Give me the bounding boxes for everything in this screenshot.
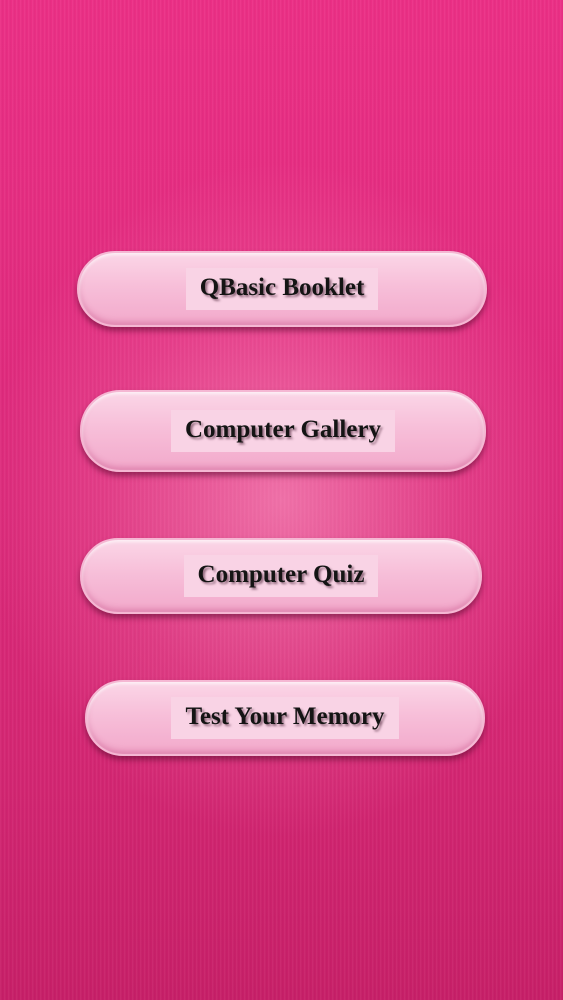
home-screen: QBasic Booklet Computer Gallery Computer… xyxy=(0,0,563,1000)
qbasic-booklet-label: QBasic Booklet xyxy=(185,267,379,311)
qbasic-booklet-button[interactable]: QBasic Booklet xyxy=(77,251,487,327)
computer-quiz-label: Computer Quiz xyxy=(183,554,379,598)
test-your-memory-button[interactable]: Test Your Memory xyxy=(85,680,485,756)
computer-gallery-button[interactable]: Computer Gallery xyxy=(80,390,486,472)
computer-quiz-button[interactable]: Computer Quiz xyxy=(80,538,482,614)
computer-gallery-label: Computer Gallery xyxy=(170,409,396,453)
test-your-memory-label: Test Your Memory xyxy=(171,696,399,740)
